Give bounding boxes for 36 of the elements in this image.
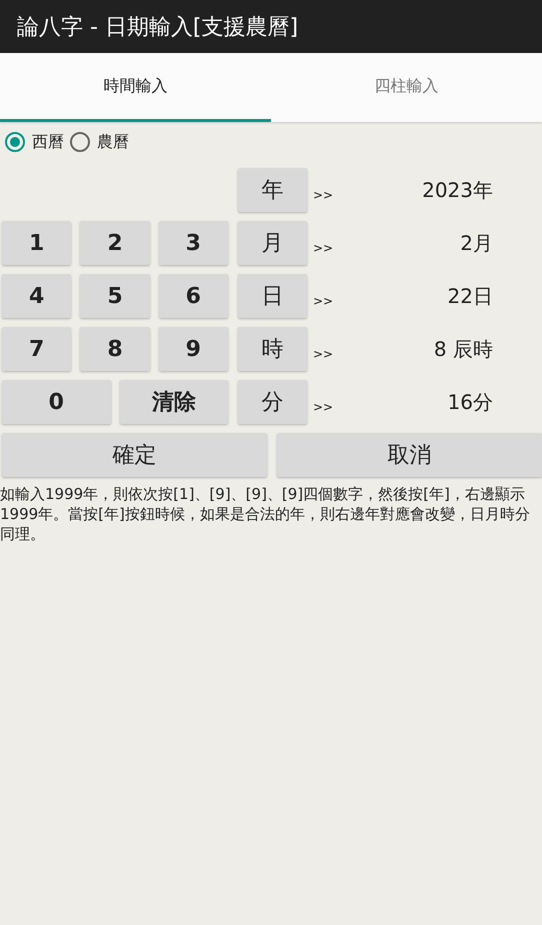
arrow-text: >> <box>313 188 334 202</box>
value-text: 16分 <box>446 388 493 416</box>
help-text: 如輸入1999年，則依次按[1]、[9]、[9]、[9]四個數字，然後按[年]，右邊顯示1999年。當按[年]按鈕時候，如果是合法的年，則右邊年對應會改變，日月時分同理。 <box>0 484 531 544</box>
radio-button[interactable] <box>70 132 90 152</box>
value-text: 22日 <box>446 282 493 310</box>
unit-button[interactable]: 年 <box>238 168 307 212</box>
unit-button[interactable]: 月 <box>238 221 307 265</box>
keypad-button[interactable]: 3 <box>158 221 228 265</box>
keypad-button[interactable]: 8 <box>80 327 150 371</box>
keypad-button[interactable]: 清除 <box>120 380 228 424</box>
arrow-text: >> <box>313 347 334 361</box>
arrow-text: >> <box>313 241 334 255</box>
keypad-button[interactable]: 6 <box>158 274 228 318</box>
tab[interactable]: 時間輸入 <box>0 53 271 122</box>
radio-label[interactable]: 農曆 <box>97 132 129 152</box>
keypad-button[interactable]: 0 <box>2 380 110 424</box>
keypad-button[interactable]: 4 <box>2 274 72 318</box>
value-text: 2023年 <box>421 176 493 204</box>
arrow-text: >> <box>313 294 334 308</box>
keypad-button[interactable]: 1 <box>2 221 72 265</box>
action-button[interactable]: 確定 <box>2 433 267 477</box>
value-text: 2月 <box>459 230 493 256</box>
unit-button[interactable]: 日 <box>238 274 307 318</box>
unit-button[interactable]: 分 <box>238 380 307 424</box>
keypad-button[interactable]: 2 <box>80 221 150 265</box>
keypad-button[interactable]: 5 <box>80 274 150 318</box>
arrow-text: >> <box>313 400 334 414</box>
tab[interactable]: 四柱輸入 <box>271 53 542 122</box>
action-button[interactable]: 取消 <box>277 433 542 477</box>
keypad-button[interactable]: 7 <box>2 327 72 371</box>
window-title: 論八字 - 日期輸入[支援農曆] <box>17 14 298 42</box>
radio-button[interactable] <box>5 132 25 152</box>
radio-label[interactable]: 西曆 <box>32 132 64 152</box>
keypad-button[interactable]: 9 <box>158 327 228 371</box>
unit-button[interactable]: 時 <box>238 327 307 371</box>
value-text: 8 辰時 <box>432 336 493 362</box>
